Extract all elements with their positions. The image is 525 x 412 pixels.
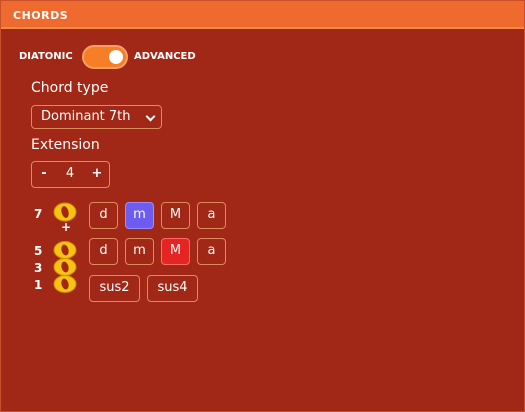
mode-label-advanced: ADVANCED xyxy=(134,51,196,62)
root-notehead-icon xyxy=(53,275,77,293)
chord-type-select[interactable]: Dominant 7th xyxy=(31,105,162,129)
extension-stepper: - 4 + xyxy=(31,161,110,188)
panel-title: CHORDS xyxy=(13,9,69,22)
degree-seventh-label: 7 xyxy=(34,207,43,221)
chord-type-label: Chord type xyxy=(31,80,109,96)
fifth-augmented-button[interactable]: a xyxy=(197,238,226,265)
degree-fifth-label: 5 xyxy=(34,244,43,258)
fifth-minor-button[interactable]: m xyxy=(125,238,154,265)
seventh-notehead-icon xyxy=(53,202,77,222)
degree-third-label: 3 xyxy=(34,261,43,275)
extension-value: 4 xyxy=(65,166,75,181)
toggle-knob xyxy=(109,50,123,64)
extension-increment-button[interactable]: + xyxy=(88,165,106,183)
extension-label: Extension xyxy=(31,137,100,153)
chord-type-value: Dominant 7th xyxy=(41,109,131,124)
mode-toggle[interactable] xyxy=(82,45,128,69)
seventh-augmented-button[interactable]: a xyxy=(197,202,226,229)
seventh-major-button[interactable]: M xyxy=(161,202,190,229)
degree-root-label: 1 xyxy=(34,278,43,292)
sus2-button[interactable]: sus2 xyxy=(89,275,140,302)
seventh-minor-button[interactable]: m xyxy=(125,202,154,229)
panel-header: CHORDS xyxy=(1,1,524,29)
chevron-down-icon xyxy=(145,111,156,122)
mode-label-diatonic: DIATONIC xyxy=(19,51,73,62)
fifth-diminished-button[interactable]: d xyxy=(89,238,118,265)
fifth-major-button[interactable]: M xyxy=(161,238,190,265)
chords-panel: CHORDS DIATONIC ADVANCED Chord type Domi… xyxy=(0,0,525,412)
seventh-diminished-button[interactable]: d xyxy=(89,202,118,229)
extension-decrement-button[interactable]: - xyxy=(35,165,53,183)
sus4-button[interactable]: sus4 xyxy=(147,275,198,302)
